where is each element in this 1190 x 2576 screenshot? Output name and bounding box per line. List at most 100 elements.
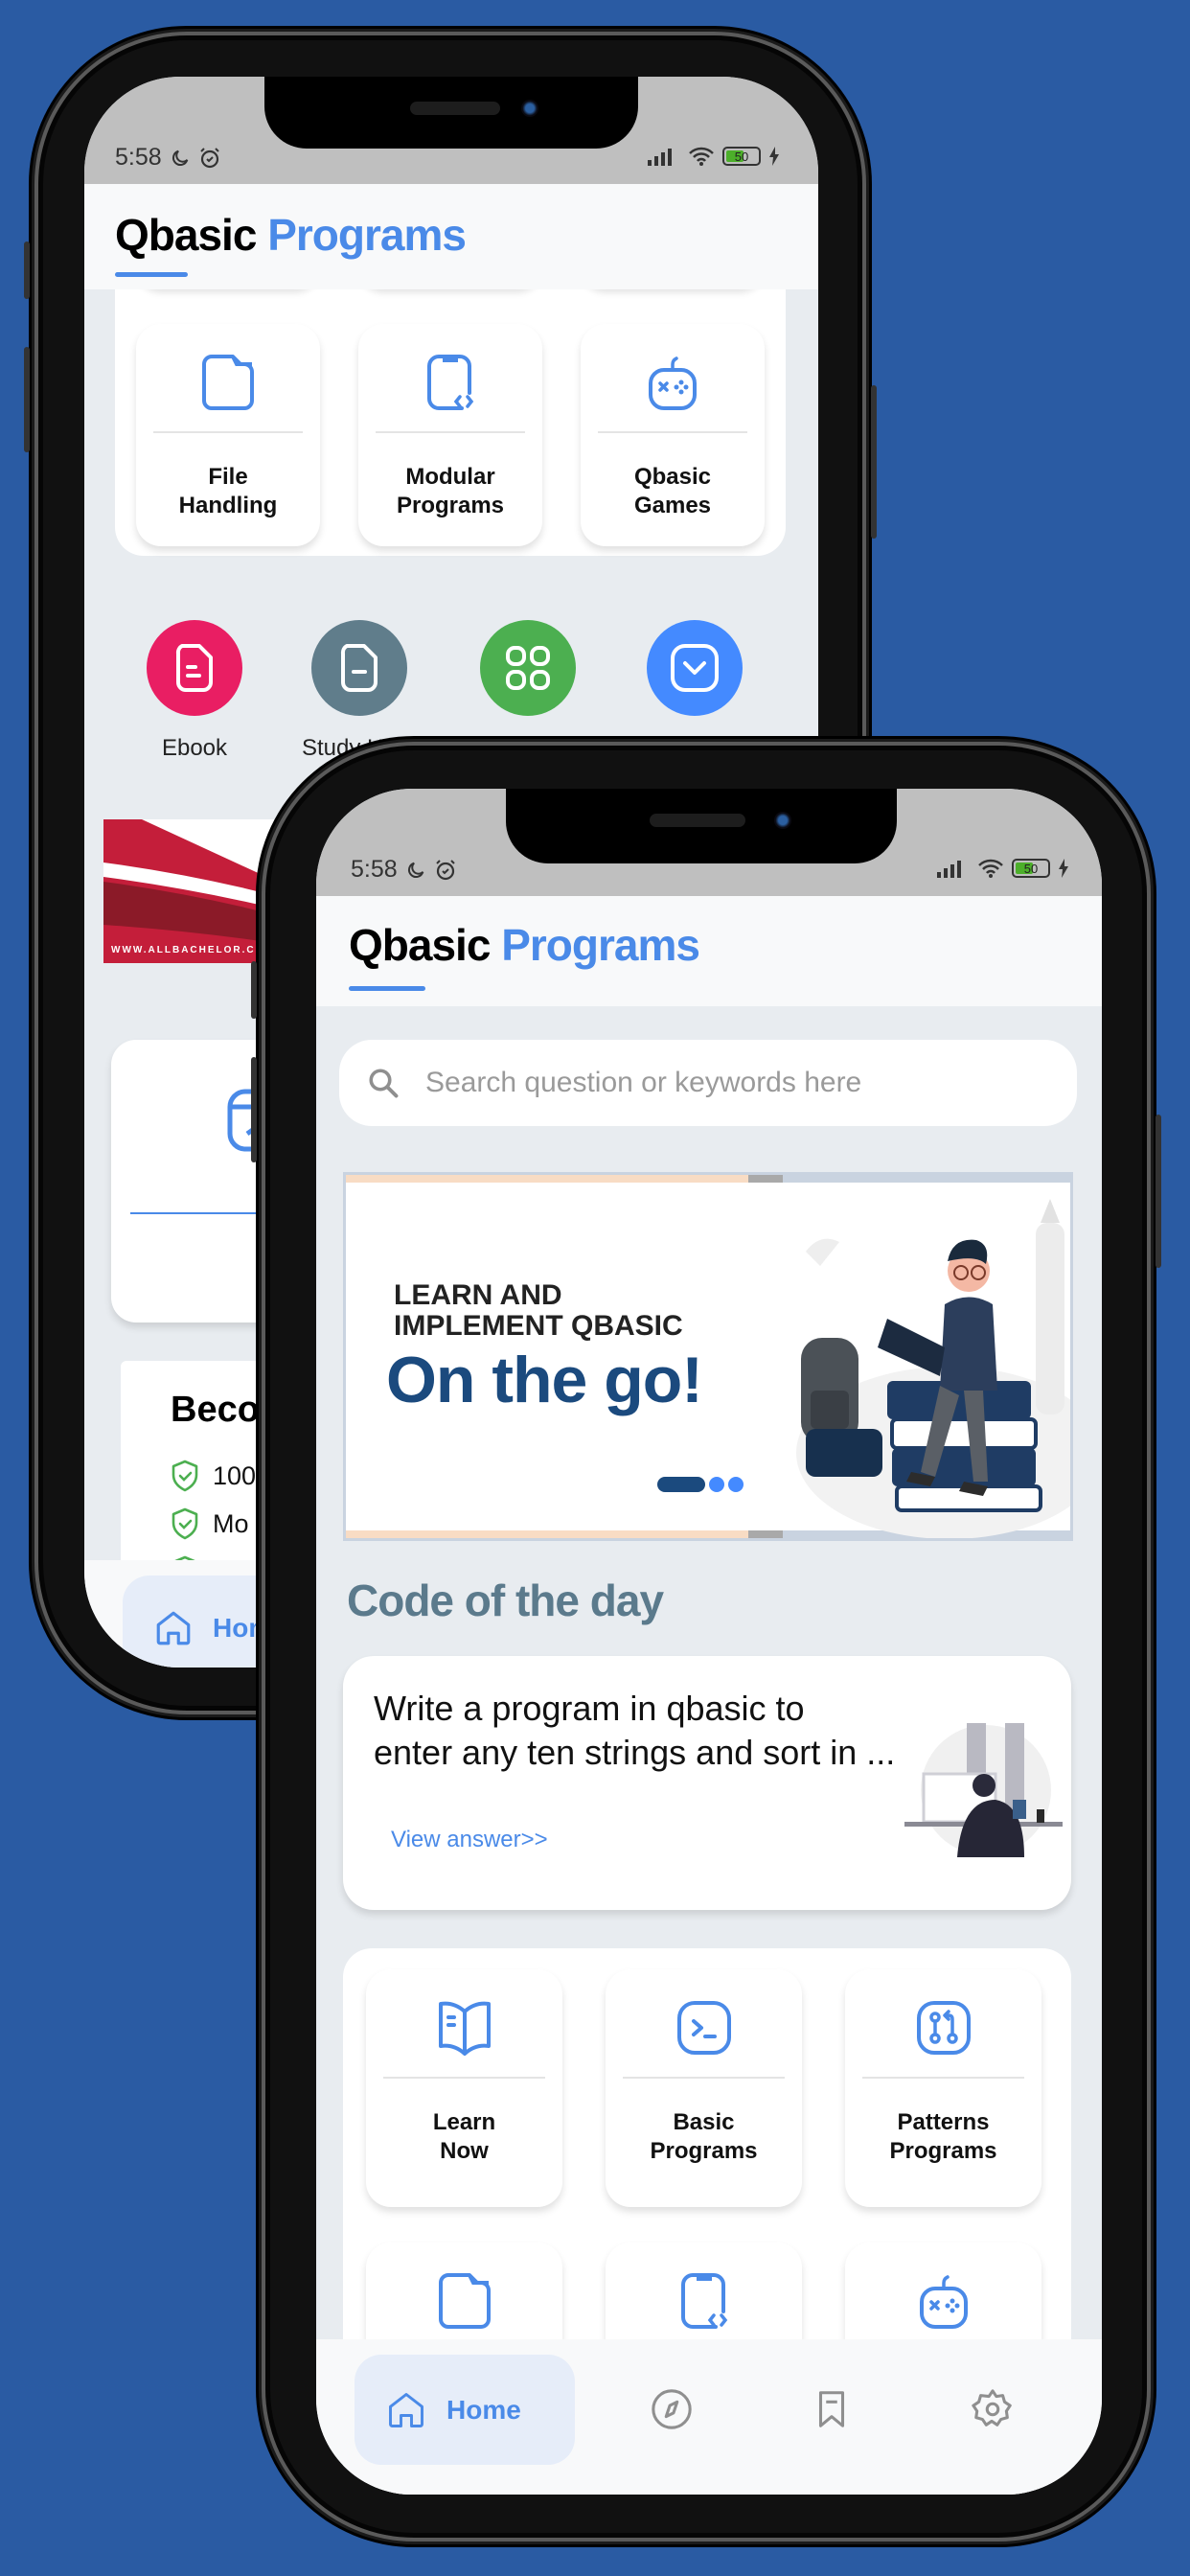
- card-divider: [153, 431, 303, 433]
- banner-top-stripe: [783, 1175, 1070, 1183]
- shield-check-icon: [172, 1460, 198, 1492]
- mobile-code-icon: [679, 2271, 729, 2331]
- grid-card-label: Patterns Programs: [845, 2108, 1041, 2166]
- grid-card-label-line: File: [208, 464, 248, 490]
- promo-feature-text: 100: [213, 1460, 257, 1490]
- search-icon: [369, 1069, 399, 1098]
- alarm-icon: [199, 147, 219, 168]
- status-time-group: 5:58: [115, 144, 221, 172]
- bookmark-icon: [818, 2391, 845, 2427]
- search-bar[interactable]: [339, 1040, 1077, 1126]
- side-button: [1156, 1115, 1161, 1268]
- grid-card-label: File Handling: [136, 463, 320, 520]
- banner-line2: IMPLEMENT QBASIC: [394, 1310, 683, 1342]
- carousel-dot-active[interactable]: [657, 1477, 705, 1492]
- grid-card-label-line: Patterns: [897, 2109, 990, 2135]
- git-compare-icon: [914, 1998, 973, 2058]
- quick-action-button[interactable]: [311, 620, 407, 716]
- quick-action-label: Ebook: [161, 735, 228, 761]
- quick-action-button[interactable]: [647, 620, 743, 716]
- card-divider: [383, 2077, 545, 2079]
- charging-icon: [769, 147, 779, 166]
- code-illustration: [904, 1723, 1063, 1857]
- grid-card-label-line: Games: [633, 493, 712, 518]
- card-divider: [623, 2077, 785, 2079]
- status-time: 5:58: [115, 144, 162, 171]
- code-of-day-card[interactable]: Write a program in qbasic to enter any t…: [343, 1656, 1071, 1910]
- grid-card[interactable]: File Handling: [136, 324, 320, 546]
- search-input[interactable]: [425, 1067, 1000, 1099]
- promo-title: Beco: [171, 1390, 260, 1430]
- carousel-dot[interactable]: [709, 1477, 724, 1492]
- document-icon: [174, 643, 215, 693]
- banner-top-stripe: [748, 1175, 783, 1183]
- grid-card-label-line: Learn: [432, 2109, 496, 2135]
- card-divider: [376, 431, 525, 433]
- nav-explore[interactable]: [650, 2387, 694, 2431]
- app-title-part1: Qbasic: [349, 920, 491, 970]
- code-question: Write a program in qbasic to enter any t…: [374, 1687, 910, 1775]
- charging-icon: [1059, 859, 1068, 878]
- app-bar: Qbasic Programs: [316, 896, 1102, 1006]
- grid-card-label: Modular Programs: [358, 463, 542, 520]
- bottom-nav: Home: [316, 2339, 1102, 2495]
- side-button: [871, 385, 877, 539]
- nav-home[interactable]: Home: [355, 2355, 575, 2465]
- view-answer-link[interactable]: View answer>>: [391, 1827, 548, 1853]
- grid-card-label: Qbasic Games: [581, 463, 765, 520]
- quick-action-button[interactable]: [147, 620, 242, 716]
- grid-card[interactable]: Patterns Programs: [845, 1969, 1041, 2207]
- status-time: 5:58: [351, 856, 398, 883]
- battery-level: 50: [1023, 861, 1039, 876]
- code-question-line1: Write a program in qbasic to: [374, 1689, 805, 1728]
- grid-card-label: Basic Programs: [606, 2108, 802, 2166]
- front-phone-screen: 5:58 50 Qbasic Programs Search question …: [316, 789, 1102, 2495]
- mobile-code-icon: [425, 353, 475, 412]
- card-divider: [862, 2077, 1024, 2079]
- app-title: Qbasic Programs: [349, 919, 700, 971]
- status-icons: 50: [937, 858, 1069, 879]
- gamepad-icon: [916, 2271, 972, 2331]
- home-icon: [389, 2392, 423, 2427]
- card-divider: [598, 431, 747, 433]
- front-camera: [774, 812, 791, 829]
- grid-card[interactable]: Qbasic Games: [581, 324, 765, 546]
- battery-icon: 50: [722, 147, 761, 166]
- promo-feature-item: Mo: [171, 1500, 256, 1548]
- nav-home-label: Home: [446, 2394, 521, 2425]
- code-of-day-heading: Code of the day: [347, 1576, 664, 1625]
- signal-icon: [648, 149, 672, 166]
- grid-card[interactable]: Basic Programs: [606, 1969, 802, 2207]
- side-button: [24, 347, 30, 452]
- grid-card-label-line: Modular: [405, 464, 495, 490]
- banner-top-stripe: [346, 1175, 748, 1183]
- grid-icon: [504, 644, 552, 692]
- grid-card[interactable]: Learn Now: [366, 1969, 562, 2207]
- promo-feature-text: Mo: [213, 1508, 249, 1538]
- app-bar-backdrop: [84, 184, 818, 289]
- notch: [506, 789, 897, 863]
- moon-icon: [407, 862, 423, 878]
- alarm-icon: [435, 859, 455, 880]
- grid-card[interactable]: Modular Programs: [358, 324, 542, 546]
- speaker: [650, 814, 745, 827]
- wifi-icon: [978, 859, 1003, 878]
- nav-bookmarks[interactable]: [810, 2387, 854, 2431]
- banner-bottom-stripe: [346, 1530, 748, 1538]
- grid-card-label-line: Programs: [889, 2138, 997, 2164]
- nav-settings[interactable]: [971, 2387, 1015, 2431]
- quick-action-button[interactable]: [480, 620, 576, 716]
- code-question-line2: enter any ten strings and sort in ...: [374, 1733, 896, 1772]
- folder-icon: [437, 2271, 492, 2331]
- title-underline: [349, 986, 425, 991]
- status-time-group: 5:58: [351, 856, 457, 884]
- carousel-dots: [657, 1477, 744, 1492]
- nav-home-label: Hom: [213, 1613, 273, 1643]
- promo-banner[interactable]: LEARN AND IMPLEMENT QBASIC On the go!: [343, 1172, 1073, 1541]
- banner-line1: LEARN AND: [394, 1279, 562, 1311]
- shield-check-icon: [172, 1507, 198, 1540]
- student-illustration: [796, 1199, 1070, 1538]
- carousel-dot[interactable]: [728, 1477, 744, 1492]
- moon-icon: [172, 150, 188, 166]
- front-camera: [521, 100, 538, 117]
